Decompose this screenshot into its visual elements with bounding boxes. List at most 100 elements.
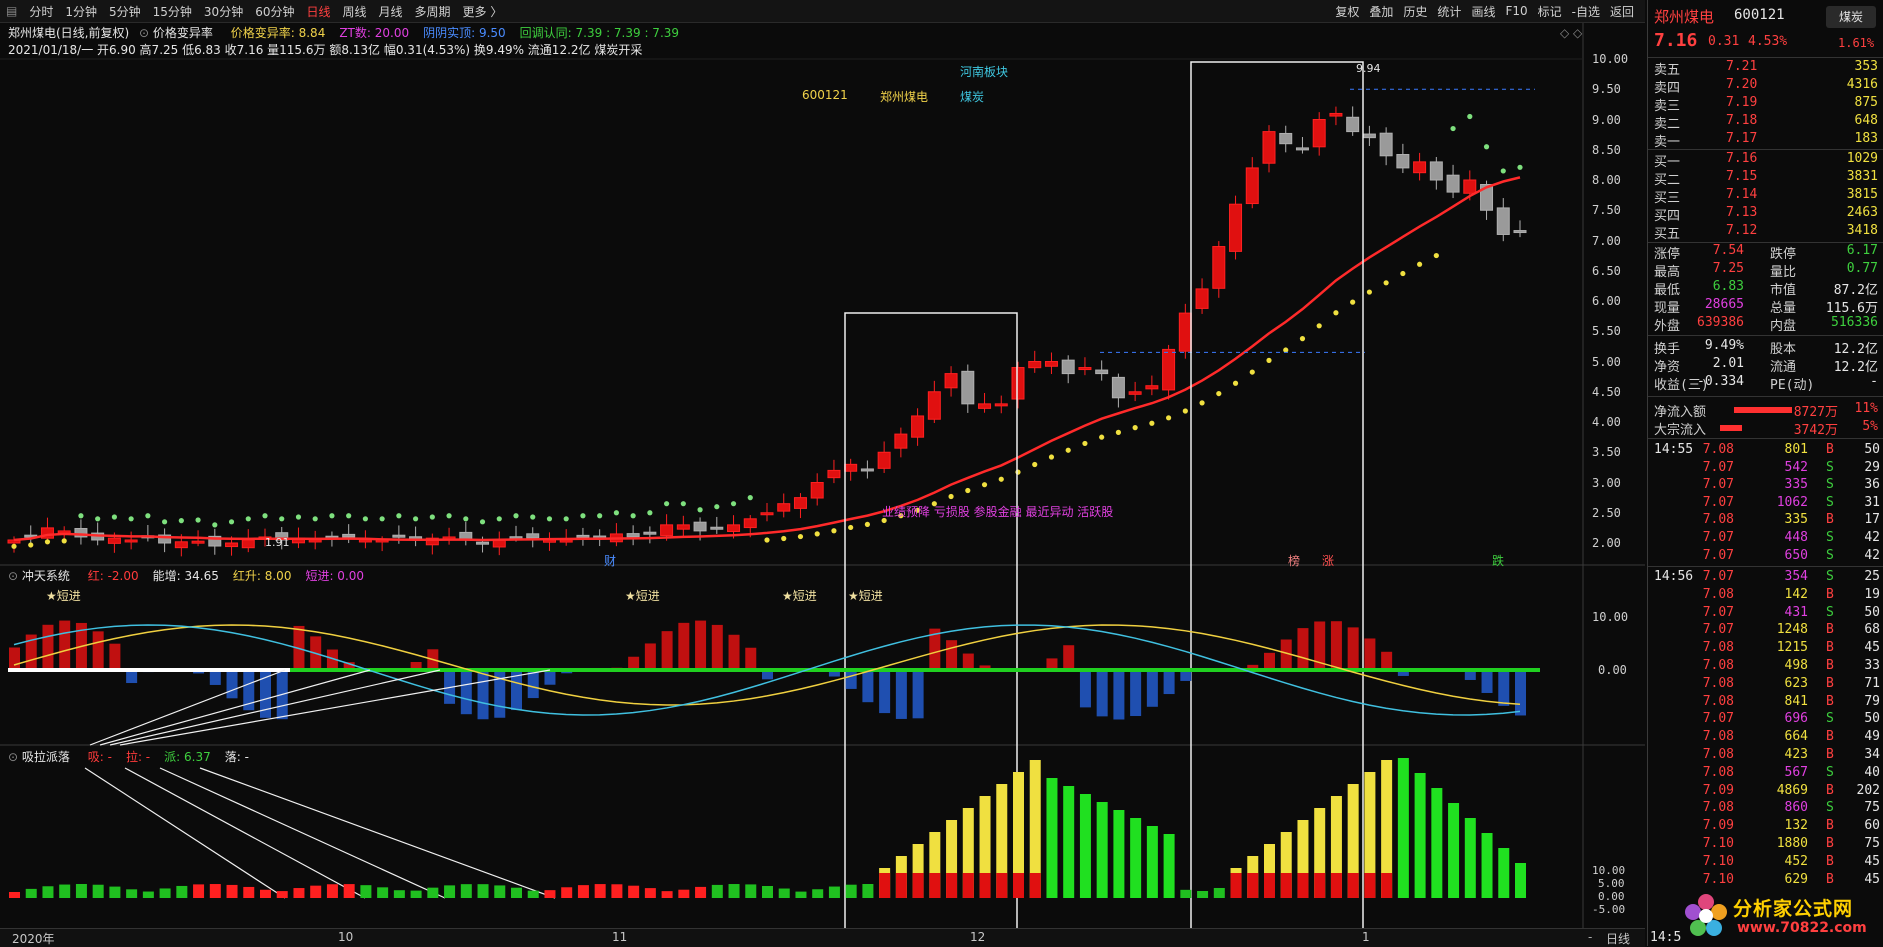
tool-button-4[interactable]: 画线 (1466, 3, 1500, 20)
tool-button-3[interactable]: 统计 (1432, 3, 1466, 20)
period-tab-4[interactable]: 30分钟 (198, 3, 249, 20)
bid-row-3[interactable]: 买四7.132463 (1648, 205, 1883, 223)
tool-button-6[interactable]: 标记 (1533, 3, 1567, 20)
indicator-icon[interactable]: ⊙ (139, 26, 149, 40)
finance-marker[interactable]: 财 (604, 552, 616, 569)
panel3-bar (1398, 758, 1409, 898)
sar-dot (848, 525, 853, 530)
stat2-row-0[interactable]: 换手9.49%股本12.2亿 (1648, 338, 1883, 356)
panel2-bar (478, 670, 489, 719)
tick-row: 7.09132B60 (1648, 818, 1883, 836)
ask-row-2[interactable]: 卖三7.19875 (1648, 95, 1883, 113)
limit-up-marker[interactable]: 涨 (1322, 552, 1334, 569)
stat-label: 换手 (1654, 338, 1680, 357)
panel2-bar (1164, 670, 1175, 694)
period-tab-0[interactable]: 分时 (23, 3, 59, 20)
value-1: ZT数: 20.00 (339, 26, 409, 40)
period-tab-3[interactable]: 15分钟 (147, 3, 198, 20)
stat-row-3[interactable]: 现量28665总量115.6万 (1648, 297, 1883, 315)
short-entry-signal-3[interactable]: ★短进 (848, 587, 883, 604)
short-entry-signal-0[interactable]: ★短进 (46, 587, 81, 604)
ask-row-0[interactable]: 卖五7.21353 (1648, 59, 1883, 77)
candle-body (343, 534, 355, 537)
sar-dot (815, 531, 820, 536)
period-tab-7[interactable]: 周线 (337, 3, 373, 20)
panel3-icon[interactable]: ⊙ (8, 750, 18, 764)
tool-button-0[interactable]: 复权 (1330, 3, 1364, 20)
short-entry-signal-2[interactable]: ★短进 (782, 587, 817, 604)
panel2-bar (846, 670, 857, 689)
short-entry-signal-1[interactable]: ★短进 (625, 587, 660, 604)
tool-button-1[interactable]: 叠加 (1364, 3, 1398, 20)
zoom-out-button[interactable]: - (1588, 930, 1592, 944)
panel2-bar (109, 644, 120, 670)
rank-marker[interactable]: 榜 (1288, 552, 1300, 569)
sar-dot (580, 513, 585, 518)
ask-row-3[interactable]: 卖二7.18648 (1648, 113, 1883, 131)
tick-cell: 7.09 (1703, 818, 1734, 833)
period-tab-5[interactable]: 60分钟 (249, 3, 300, 20)
panel2-icon[interactable]: ⊙ (8, 569, 18, 583)
stat-label: 最低 (1654, 279, 1680, 298)
sar-dot (748, 495, 753, 500)
menu-icon[interactable]: ▤ (0, 4, 23, 18)
stock-name-label: 郑州煤电 (880, 88, 928, 105)
period-tab-9[interactable]: 多周期 (409, 3, 457, 20)
panel3-bar (1515, 863, 1526, 898)
industry-tag[interactable]: 煤炭 (1826, 6, 1876, 28)
quote-name: 郑州煤电 (1654, 6, 1714, 27)
panel3-header: ⊙ 吸拉派落 吸: -拉: -派: 6.37落: - (8, 748, 249, 765)
panel3-bar (59, 885, 70, 898)
stat-row-1[interactable]: 最高7.25量比0.77 (1648, 261, 1883, 279)
price-tick-9: 5.50 (1592, 324, 1621, 338)
bid-row-1[interactable]: 买二7.153831 (1648, 169, 1883, 187)
tick-cell: 841 (1785, 694, 1808, 709)
candle-body (1313, 120, 1325, 147)
sar-dot (1015, 470, 1020, 475)
period-tab-8[interactable]: 月线 (373, 3, 409, 20)
tick-cell: 423 (1785, 747, 1808, 762)
period-tab-2[interactable]: 5分钟 (103, 3, 147, 20)
panel3-bar (1214, 888, 1225, 898)
ask-label: 卖一 (1654, 131, 1680, 150)
indicator-values: 价格变异率: 8.84ZT数: 20.00阴阴实顶: 9.50回调认同: 7.3… (217, 26, 679, 40)
stat-value: 9.49% (1705, 338, 1744, 353)
period-tab-6[interactable]: 日线 (300, 3, 336, 20)
ask-label: 卖四 (1654, 77, 1680, 96)
stat2-row-2[interactable]: 收益(三)-0.334PE(动)- (1648, 374, 1883, 392)
flow-row-1[interactable]: 大宗流入3742万5% (1648, 419, 1883, 437)
tool-button-2[interactable]: 历史 (1398, 3, 1432, 20)
tick-cell: 860 (1785, 800, 1808, 815)
bid-row-4[interactable]: 买五7.123418 (1648, 223, 1883, 241)
panel3-bar (1046, 778, 1057, 898)
stat-row-0[interactable]: 涨停7.54跌停6.17 (1648, 243, 1883, 261)
panel3-bar (344, 884, 355, 898)
stat-row-2[interactable]: 最低6.83市值87.2亿 (1648, 279, 1883, 297)
period-tab-10[interactable]: 更多 〉 (457, 3, 509, 20)
bid-row-0[interactable]: 买一7.161029 (1648, 151, 1883, 169)
limit-down-marker[interactable]: 跌 (1492, 552, 1504, 569)
main-chart[interactable]: ◇ ◇ (0, 23, 1645, 946)
stat2-row-1[interactable]: 净资2.01流通12.2亿 (1648, 356, 1883, 374)
ask-row-1[interactable]: 卖四7.204316 (1648, 77, 1883, 95)
tool-button-5[interactable]: F10 (1500, 4, 1532, 18)
ask-row-4[interactable]: 卖一7.17183 (1648, 131, 1883, 149)
bid-row-2[interactable]: 买三7.143815 (1648, 187, 1883, 205)
sar-dot (664, 501, 669, 506)
panel2-bar (544, 670, 555, 685)
period-tab-1[interactable]: 1分钟 (59, 3, 103, 20)
tick-cell: 452 (1785, 854, 1808, 869)
stat-row-4[interactable]: 外盘639386内盘516336 (1648, 315, 1883, 333)
tick-row: 7.07650S42 (1648, 548, 1883, 566)
panel3-bar (243, 887, 254, 898)
chart-nav-icons[interactable]: ◇ ◇ (1560, 26, 1583, 40)
price-tick-0: 10.00 (1592, 52, 1628, 66)
panel3-bar (528, 891, 539, 898)
candle-body (1263, 132, 1275, 164)
value-2: 红升: 8.00 (233, 569, 292, 583)
tick-cell: S (1826, 460, 1834, 475)
period-label[interactable]: 日线 (1606, 930, 1630, 947)
panel3-bar (160, 888, 171, 898)
sar-dot (1266, 358, 1271, 363)
tick-cell: S (1826, 605, 1834, 620)
